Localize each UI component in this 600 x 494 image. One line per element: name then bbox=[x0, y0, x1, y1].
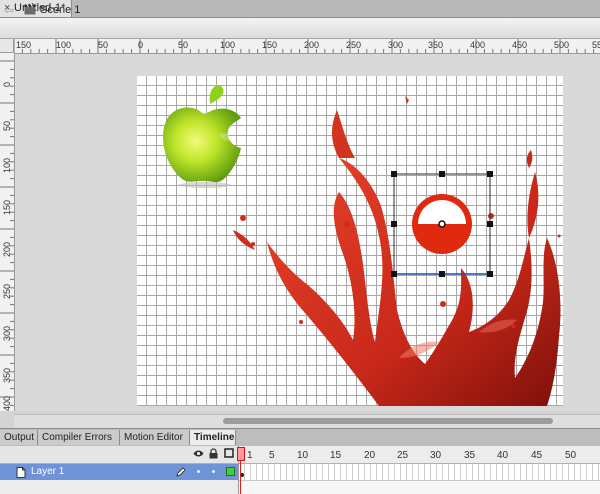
ruler-label: 100 bbox=[220, 40, 236, 50]
visibility-dot[interactable] bbox=[197, 470, 200, 473]
vertical-ruler-ticks bbox=[0, 60, 14, 406]
vertical-ruler[interactable]: 0 50 100 150 200 250 300 350 400 bbox=[0, 53, 15, 411]
outline-square-icon[interactable] bbox=[224, 448, 234, 458]
left-arrow-icon[interactable]: ⇦ bbox=[4, 3, 14, 17]
scene-breadcrumb[interactable]: Scene 1 bbox=[40, 4, 80, 16]
edit-bar bbox=[0, 18, 600, 39]
tab-output[interactable]: Output bbox=[0, 430, 38, 445]
frame-number: 20 bbox=[364, 450, 376, 461]
frame-number: 50 bbox=[565, 450, 577, 461]
document-tab-bar bbox=[0, 0, 600, 18]
tab-motion-editor[interactable]: Motion Editor bbox=[120, 430, 190, 445]
ruler-label: 100 bbox=[56, 40, 72, 50]
frame-number: 35 bbox=[464, 450, 476, 461]
ruler-label: 0 bbox=[138, 40, 144, 50]
ruler-label: 400 bbox=[470, 40, 486, 50]
ruler-label: 50 bbox=[98, 40, 109, 50]
ruler-label: 200 bbox=[2, 241, 12, 257]
lock-icon[interactable] bbox=[209, 448, 218, 459]
frame-number: 5 bbox=[269, 450, 275, 461]
pencil-icon bbox=[176, 467, 186, 477]
ruler-label: 300 bbox=[388, 40, 404, 50]
frame-number: 40 bbox=[497, 450, 509, 461]
ruler-label: 100 bbox=[2, 157, 12, 173]
layer-frame-row[interactable] bbox=[239, 464, 600, 481]
stage-canvas[interactable] bbox=[137, 76, 563, 406]
ruler-label: 300 bbox=[2, 325, 12, 341]
panel-tab-bar: Output Compiler Errors Motion Editor Tim… bbox=[0, 428, 600, 447]
frame-number: 10 bbox=[297, 450, 309, 461]
ruler-label: 500 bbox=[554, 40, 570, 50]
ruler-label: 250 bbox=[346, 40, 362, 50]
ruler-label: 400 bbox=[2, 395, 12, 411]
ruler-label: 450 bbox=[512, 40, 528, 50]
timeline-header bbox=[0, 446, 238, 464]
frame-number: 45 bbox=[531, 450, 543, 461]
layer-row[interactable]: Layer 1 bbox=[0, 464, 238, 480]
layer-outline-color-swatch[interactable] bbox=[226, 467, 235, 476]
ruler-label: 150 bbox=[262, 40, 278, 50]
eye-icon[interactable] bbox=[193, 449, 204, 458]
lock-dot[interactable] bbox=[212, 470, 215, 473]
frame-number: 30 bbox=[430, 450, 442, 461]
scrollbar-thumb[interactable] bbox=[223, 418, 553, 424]
ruler-label: 200 bbox=[304, 40, 320, 50]
ruler-label: 150 bbox=[2, 199, 12, 215]
ruler-label: 250 bbox=[2, 283, 12, 299]
tab-compiler-errors[interactable]: Compiler Errors bbox=[38, 430, 120, 445]
ruler-label: 50 bbox=[2, 120, 12, 131]
ruler-label: 50 bbox=[178, 40, 189, 50]
frame-number: 25 bbox=[397, 450, 409, 461]
horizontal-ruler[interactable]: 150 100 50 0 50 100 150 200 250 300 350 … bbox=[14, 39, 600, 54]
ruler-label: 550 bbox=[592, 40, 600, 50]
scene-clapper-icon bbox=[24, 4, 36, 15]
layer-name[interactable]: Layer 1 bbox=[31, 466, 64, 477]
ruler-corner bbox=[0, 39, 14, 53]
ruler-label: 350 bbox=[2, 367, 12, 383]
playhead[interactable] bbox=[237, 447, 245, 461]
layer-page-icon bbox=[16, 467, 26, 478]
selected-circle-symbol[interactable] bbox=[390, 170, 494, 278]
frame-number: 1 bbox=[247, 450, 253, 461]
ruler-label: 150 bbox=[16, 40, 32, 50]
ruler-label: 0 bbox=[2, 81, 12, 87]
ruler-label: 350 bbox=[428, 40, 444, 50]
frame-ruler[interactable]: 1 5 10 15 20 25 30 35 40 45 50 bbox=[239, 446, 600, 464]
tab-timeline[interactable]: Timeline bbox=[190, 430, 236, 445]
frame-number: 15 bbox=[330, 450, 342, 461]
playhead-line bbox=[240, 461, 241, 494]
